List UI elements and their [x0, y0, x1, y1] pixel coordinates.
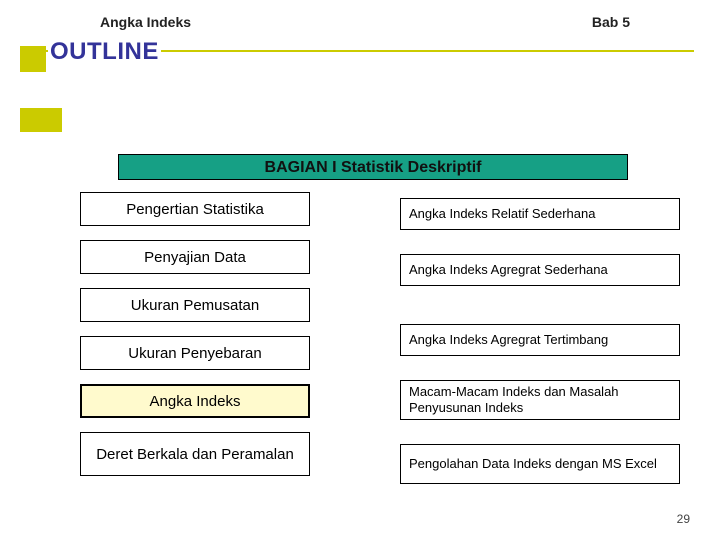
- right-column: Angka Indeks Relatif Sederhana Angka Ind…: [400, 192, 700, 508]
- subtopic-box-agregat-sederhana: Angka Indeks Agregrat Sederhana: [400, 254, 680, 286]
- header-right: Bab 5: [592, 14, 630, 30]
- subtopic-box-macam: Macam-Macam Indeks dan Masalah Penyusuna…: [400, 380, 680, 420]
- topic-box-penyebaran: Ukuran Penyebaran: [80, 336, 310, 370]
- topic-box-angka-indeks: Angka Indeks: [80, 384, 310, 418]
- section-banner: BAGIAN I Statistik Deskriptif: [118, 154, 628, 180]
- subtopic-box-excel: Pengolahan Data Indeks dengan MS Excel: [400, 444, 680, 484]
- accent-square-icon: [20, 46, 46, 72]
- topic-box-deret: Deret Berkala dan Peramalan: [80, 432, 310, 476]
- subtopic-box-agregat-tertimbang: Angka Indeks Agregrat Tertimbang: [400, 324, 680, 356]
- page-number: 29: [677, 512, 690, 526]
- topic-box-pemusatan: Ukuran Pemusatan: [80, 288, 310, 322]
- left-column: Pengertian Statistika Penyajian Data Uku…: [80, 192, 380, 508]
- content-columns: Pengertian Statistika Penyajian Data Uku…: [0, 192, 720, 508]
- accent-bar-icon: [20, 108, 62, 132]
- subtopic-box-relatif: Angka Indeks Relatif Sederhana: [400, 198, 680, 230]
- topic-box-pengertian: Pengertian Statistika: [80, 192, 310, 226]
- page-title: OUTLINE: [48, 38, 161, 66]
- topic-box-penyajian: Penyajian Data: [80, 240, 310, 274]
- header-left: Angka Indeks: [100, 14, 191, 30]
